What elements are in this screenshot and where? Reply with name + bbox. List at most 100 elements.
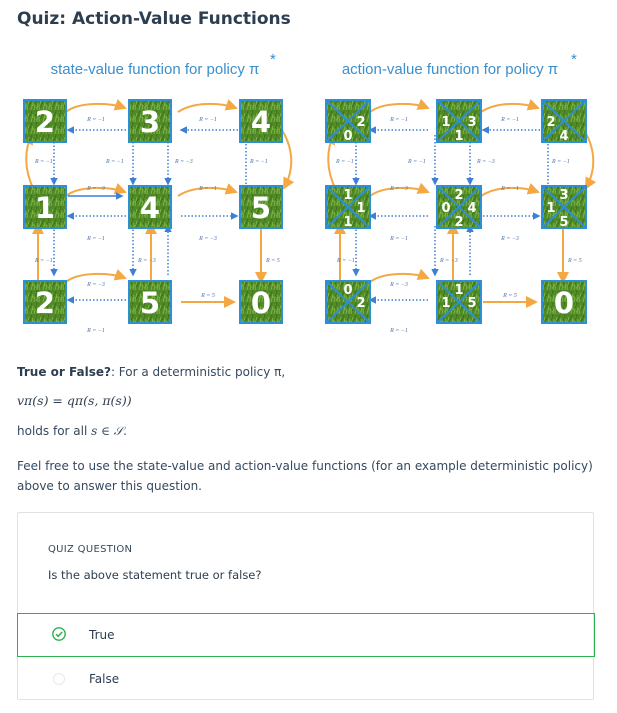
action-tile: 1 1 5: [436, 280, 482, 324]
reward-label: R = −3: [476, 159, 495, 165]
quiz-question-text: Is the above statement true or false?: [48, 568, 262, 582]
svg-text:5: 5: [559, 215, 568, 230]
reward-label: R = −3: [198, 236, 217, 242]
svg-text:1: 1: [343, 215, 352, 230]
reward-label: R = 5: [567, 258, 582, 264]
svg-text:1: 1: [454, 129, 463, 144]
equation: vπ(s) = qπ(s, π(s)): [17, 393, 132, 408]
svg-text:2: 2: [356, 296, 365, 311]
instruction-text: Feel free to use the state-value and act…: [17, 459, 593, 493]
svg-text:1: 1: [454, 283, 463, 298]
svg-text:4: 4: [140, 191, 160, 225]
state-tile: 2: [23, 280, 67, 324]
svg-text:5: 5: [251, 191, 271, 225]
reward-label: R = −1: [105, 159, 124, 165]
holds-math: s ∈ 𝒮.: [91, 424, 127, 438]
svg-text:0: 0: [251, 286, 271, 320]
state-value-star: *: [270, 51, 276, 68]
action-tile: 1 3 1: [436, 99, 482, 144]
holds-label: holds for all: [17, 424, 88, 438]
svg-text:2: 2: [35, 105, 55, 139]
svg-text:0: 0: [343, 129, 352, 144]
action-tile: 2 0: [325, 99, 371, 144]
svg-text:3: 3: [140, 105, 160, 139]
reward-label: R = −3: [174, 159, 193, 165]
state-tile: 1: [23, 185, 67, 229]
svg-text:2: 2: [454, 188, 463, 203]
check-circle-icon: [52, 627, 66, 641]
reward-label: R = 5: [502, 293, 517, 299]
holds-text: holds for all s ∈ 𝒮.: [17, 424, 127, 439]
svg-text:3: 3: [559, 188, 568, 203]
svg-text:4: 4: [467, 201, 476, 216]
action-tile: 2 4: [541, 99, 587, 144]
state-tile: 3: [128, 99, 172, 143]
reward-label: R = −3: [439, 258, 458, 264]
reward-label: R = −1: [389, 117, 408, 123]
svg-text:1: 1: [441, 296, 450, 311]
reward-label: R = −3: [389, 282, 408, 288]
reward-label: R = −1: [198, 117, 217, 123]
option-false-label: False: [89, 672, 120, 686]
state-value-grid: R = −1 R = −1 R = −1 R = −1 R = −3 R = −…: [22, 99, 295, 334]
reward-label: R = −1: [34, 258, 53, 264]
reward-label: R = −3: [500, 236, 519, 242]
state-tile: 5: [128, 280, 172, 324]
reward-label: R = −3: [137, 258, 156, 264]
true-false-label: True or False?: [17, 365, 111, 379]
svg-text:2: 2: [546, 115, 555, 130]
reward-label: R = −1: [335, 159, 354, 165]
svg-text:1: 1: [35, 191, 55, 225]
reward-label: R = −1: [34, 159, 53, 165]
state-tile: 4: [128, 185, 172, 229]
quiz-card: QUIZ QUESTION Is the above statement tru…: [17, 512, 595, 702]
reward-label: R = −1: [249, 159, 268, 165]
reward-label: R = −1: [389, 236, 408, 242]
state-value-title: state-value function for policy π: [51, 61, 260, 78]
reward-label: R = −1: [500, 186, 519, 192]
reward-label: R = 5: [200, 293, 215, 299]
svg-text:4: 4: [559, 129, 568, 144]
svg-text:0: 0: [441, 201, 450, 216]
page-title: Quiz: Action-Value Functions: [17, 9, 291, 29]
action-tile: 1 1 1: [325, 185, 371, 230]
svg-text:1: 1: [343, 188, 352, 203]
action-value-grid: R = −1 R = −1 R = −1 R = −1 R = −3 R = −…: [324, 98, 597, 334]
option-true[interactable]: True: [17, 613, 595, 657]
reward-label: R = −1: [86, 236, 105, 242]
svg-text:3: 3: [467, 115, 476, 130]
action-value-star: *: [571, 51, 577, 68]
gridworld-figure: state-value function for policy π * acti…: [22, 51, 597, 334]
state-tile: 4: [239, 99, 283, 143]
svg-text:5: 5: [140, 286, 160, 320]
quiz-question-header: QUIZ QUESTION: [48, 544, 133, 555]
option-true-label: True: [89, 628, 115, 642]
reward-label: R = −1: [551, 159, 570, 165]
reward-label: R = −3: [86, 186, 105, 192]
action-tile: 2 0 4 2: [436, 185, 482, 230]
svg-text:2: 2: [35, 286, 55, 320]
option-false[interactable]: False: [18, 658, 595, 702]
svg-text:5: 5: [467, 296, 476, 311]
svg-text:1: 1: [356, 201, 365, 216]
reward-label: R = 5: [265, 258, 280, 264]
question-lead-text: : For a deterministic policy π,: [110, 365, 286, 379]
reward-label: R = −1: [86, 328, 105, 334]
reward-label: R = −1: [500, 117, 519, 123]
svg-text:2: 2: [356, 115, 365, 130]
reward-label: R = −1: [407, 159, 426, 165]
radio-icon: [53, 673, 65, 685]
svg-text:1: 1: [546, 201, 555, 216]
svg-text:0: 0: [343, 283, 352, 298]
action-tile: 0 2: [325, 280, 371, 324]
svg-text:1: 1: [441, 115, 450, 130]
svg-text:2: 2: [454, 215, 463, 230]
action-value-title: action-value function for policy π: [342, 61, 558, 78]
action-tile: 0: [541, 280, 587, 324]
reward-label: R = −1: [389, 328, 408, 334]
svg-text:4: 4: [251, 105, 271, 139]
reward-label: R = −1: [198, 186, 217, 192]
state-tile: 2: [23, 99, 67, 143]
reward-label: R = −1: [86, 117, 105, 123]
question-lead: True or False?: For a deterministic poli…: [17, 365, 285, 379]
